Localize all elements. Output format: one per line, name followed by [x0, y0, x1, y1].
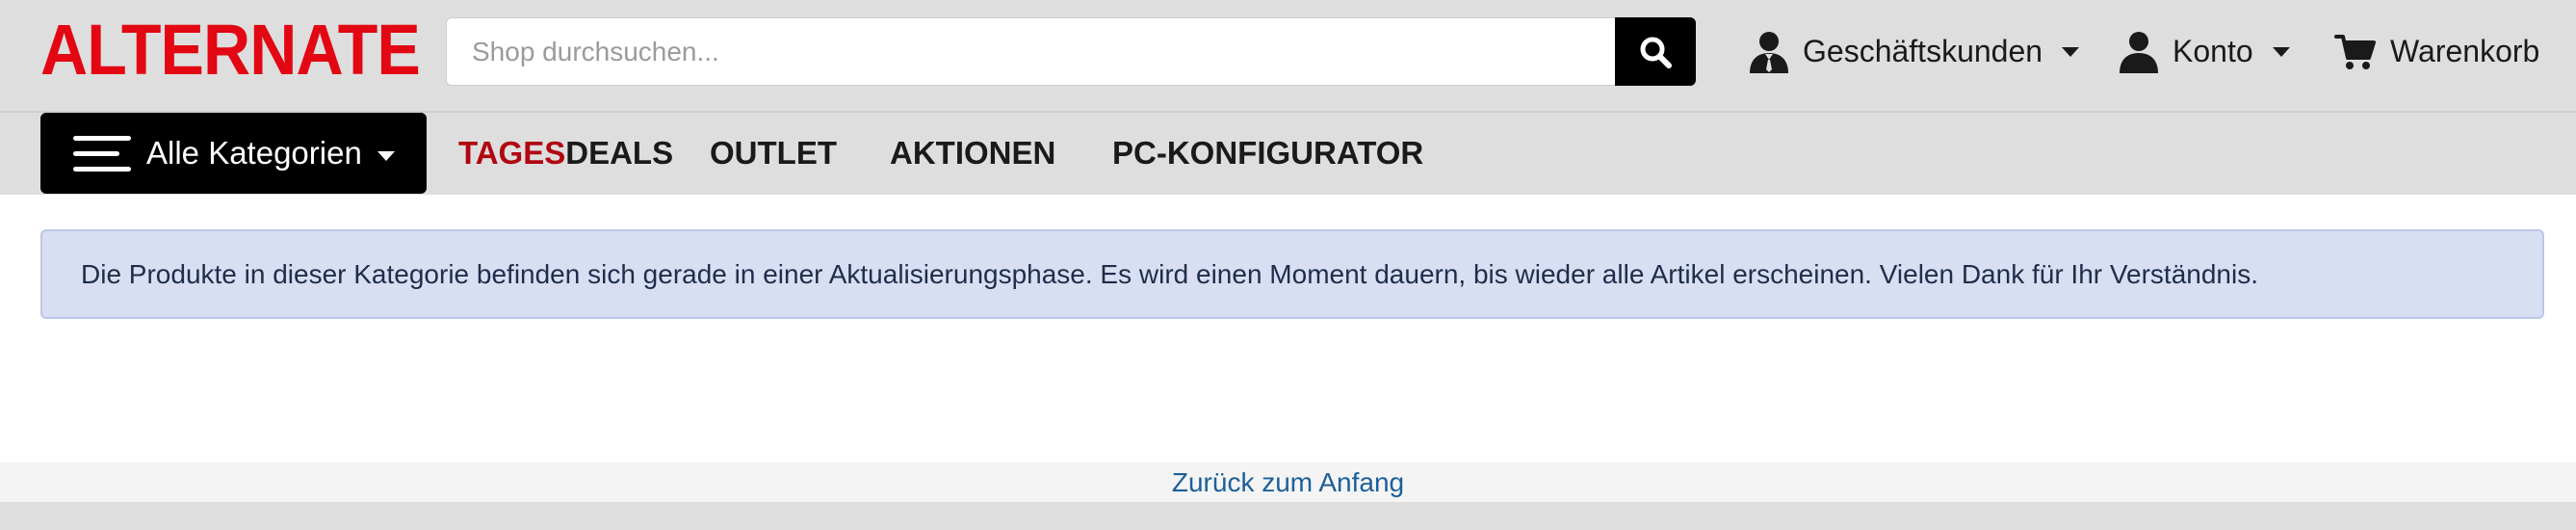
- chevron-down-icon: [377, 151, 395, 161]
- person-icon: [2120, 31, 2158, 73]
- search-bar: [446, 17, 1696, 86]
- search-input[interactable]: [446, 17, 1615, 86]
- nav-aktionen[interactable]: AKTIONEN: [890, 113, 1055, 194]
- hamburger-menu-icon: [73, 136, 131, 172]
- nav-pc-konfigurator[interactable]: PC-KONFIGURATOR: [1112, 113, 1423, 194]
- business-customers-label: Geschäftskunden: [1803, 34, 2043, 68]
- tagesdeals-prefix: TAGES: [458, 135, 566, 171]
- tagesdeals-suffix: DEALS: [565, 135, 674, 171]
- nav-tagesdeals[interactable]: TAGESDEALS: [458, 113, 673, 194]
- search-button[interactable]: [1615, 17, 1696, 86]
- account-label: Konto: [2173, 34, 2253, 68]
- footer-strip: [0, 502, 2576, 530]
- info-alert: Die Produkte in dieser Kategorie befinde…: [40, 229, 2544, 319]
- business-person-icon: [1750, 31, 1788, 73]
- chevron-down-icon: [2272, 46, 2290, 57]
- main-nav: Alle Kategorien TAGESDEALS OUTLET AKTION…: [0, 113, 2576, 195]
- cart-label: Warenkorb: [2390, 34, 2540, 68]
- back-to-top-bar: Zurück zum Anfang: [0, 463, 2576, 502]
- chevron-down-icon: [2062, 46, 2080, 57]
- account-button[interactable]: Konto: [2119, 17, 2290, 86]
- nav-outlet[interactable]: OUTLET: [710, 113, 837, 194]
- search-icon: [1640, 37, 1672, 68]
- back-to-top-link[interactable]: Zurück zum Anfang: [0, 463, 2576, 502]
- alert-message: Die Produkte in dieser Kategorie befinde…: [81, 259, 2258, 289]
- all-categories-button[interactable]: Alle Kategorien: [40, 113, 427, 194]
- alternate-logo[interactable]: ALTERNATE: [40, 13, 421, 87]
- all-categories-label: Alle Kategorien: [146, 135, 362, 171]
- business-customers-button[interactable]: Geschäftskunden: [1749, 17, 2080, 86]
- top-header: ALTERNATE Geschäftskunden Konto: [0, 0, 2576, 113]
- cart-icon: [2334, 34, 2376, 69]
- cart-button[interactable]: Warenkorb: [2334, 17, 2539, 86]
